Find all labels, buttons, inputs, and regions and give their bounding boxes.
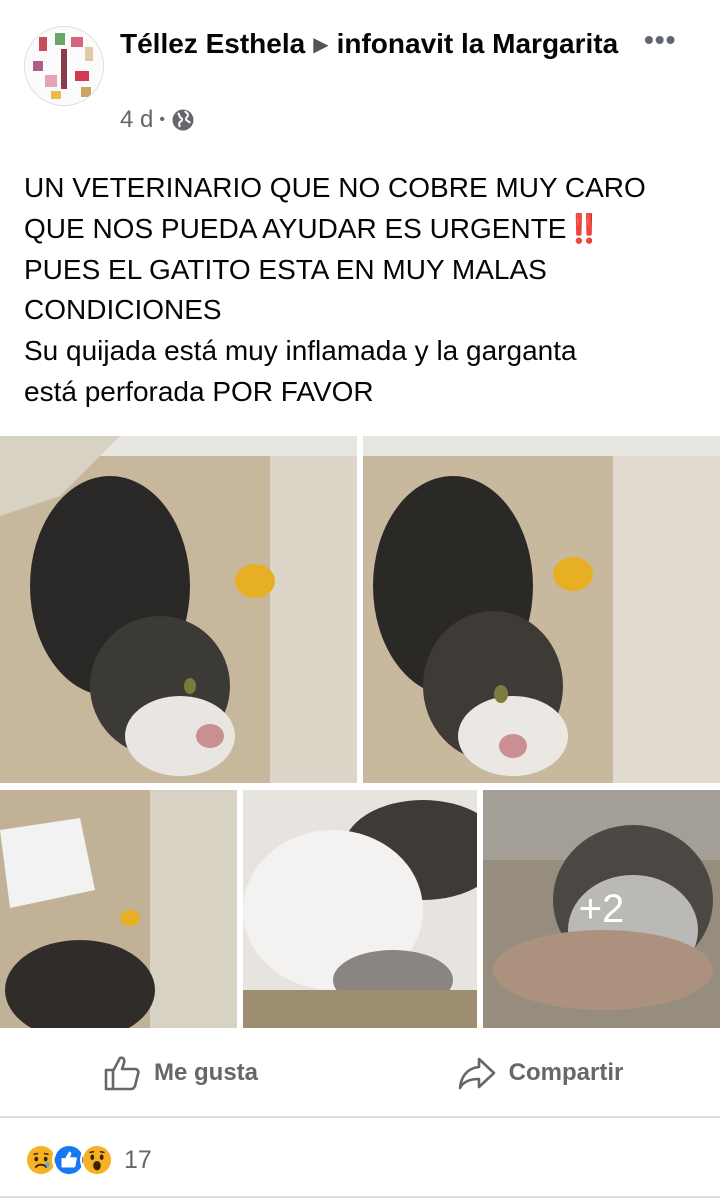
thumbs-up-icon xyxy=(104,1056,140,1091)
globe-icon xyxy=(172,109,194,131)
more-options-icon[interactable]: ••• xyxy=(644,24,676,56)
author-name[interactable]: Téllez Esthela xyxy=(120,28,305,59)
post-author-line: Téllez Esthela ▶ infonavit la Margarita xyxy=(120,24,640,65)
divider xyxy=(0,1196,720,1198)
post-photo-5[interactable]: +2 xyxy=(483,790,720,1028)
group-name[interactable]: infonavit la Margarita xyxy=(337,28,619,59)
post-text-line: Su quijada está muy inflamada y la garga… xyxy=(24,335,577,367)
post-text-line-content: QUE NOS PUEDA AYUDAR ES URGENTE xyxy=(24,212,567,244)
cat-photo-image xyxy=(0,436,357,783)
reactions-summary[interactable]: 17 xyxy=(24,1140,152,1180)
post-photo-2[interactable] xyxy=(363,436,720,783)
post-text-line: está perforada POR FAVOR xyxy=(24,375,374,407)
post-photo-1[interactable] xyxy=(0,436,357,783)
like-button[interactable]: Me gusta xyxy=(0,1030,360,1116)
post-text-line: QUE NOS PUEDA AYUDAR ES URGENTE‼️ xyxy=(24,209,704,250)
post-photo-4[interactable] xyxy=(243,790,477,1028)
author-avatar[interactable] xyxy=(24,26,104,106)
post-text-line: PUES EL GATITO ESTA EN MUY MALAS xyxy=(24,253,547,285)
post-actions: Me gusta Compartir xyxy=(0,1030,720,1116)
double-exclamation-icon: ‼️ xyxy=(566,212,602,244)
post-text-line: CONDICIONES xyxy=(24,294,222,326)
share-label: Compartir xyxy=(508,1059,624,1086)
share-arrow-icon xyxy=(458,1057,495,1090)
post-photo-3[interactable] xyxy=(0,790,237,1028)
share-button[interactable]: Compartir xyxy=(360,1030,720,1116)
cat-photo-image xyxy=(363,436,720,783)
more-photos-overlay[interactable]: +2 xyxy=(483,790,720,1028)
cat-photo-image xyxy=(243,790,477,1028)
post-text-line: UN VETERINARIO QUE NO COBRE MUY CARO xyxy=(24,172,646,203)
post-text: UN VETERINARIO QUE NO COBRE MUY CARO QUE… xyxy=(24,168,704,413)
post-time[interactable]: 4 d xyxy=(120,106,153,134)
divider xyxy=(0,1116,720,1118)
avatar-image xyxy=(25,27,103,105)
reaction-count: 17 xyxy=(124,1145,152,1174)
arrow-right-icon: ▶ xyxy=(313,34,329,56)
post-header: Téllez Esthela ▶ infonavit la Margarita 4 … xyxy=(0,0,720,160)
like-label: Me gusta xyxy=(153,1059,258,1086)
meta-separator: • xyxy=(159,111,165,128)
wow-reaction-icon xyxy=(80,1143,114,1177)
cat-photo-image xyxy=(0,790,237,1028)
post-meta: 4 d • xyxy=(120,106,195,134)
